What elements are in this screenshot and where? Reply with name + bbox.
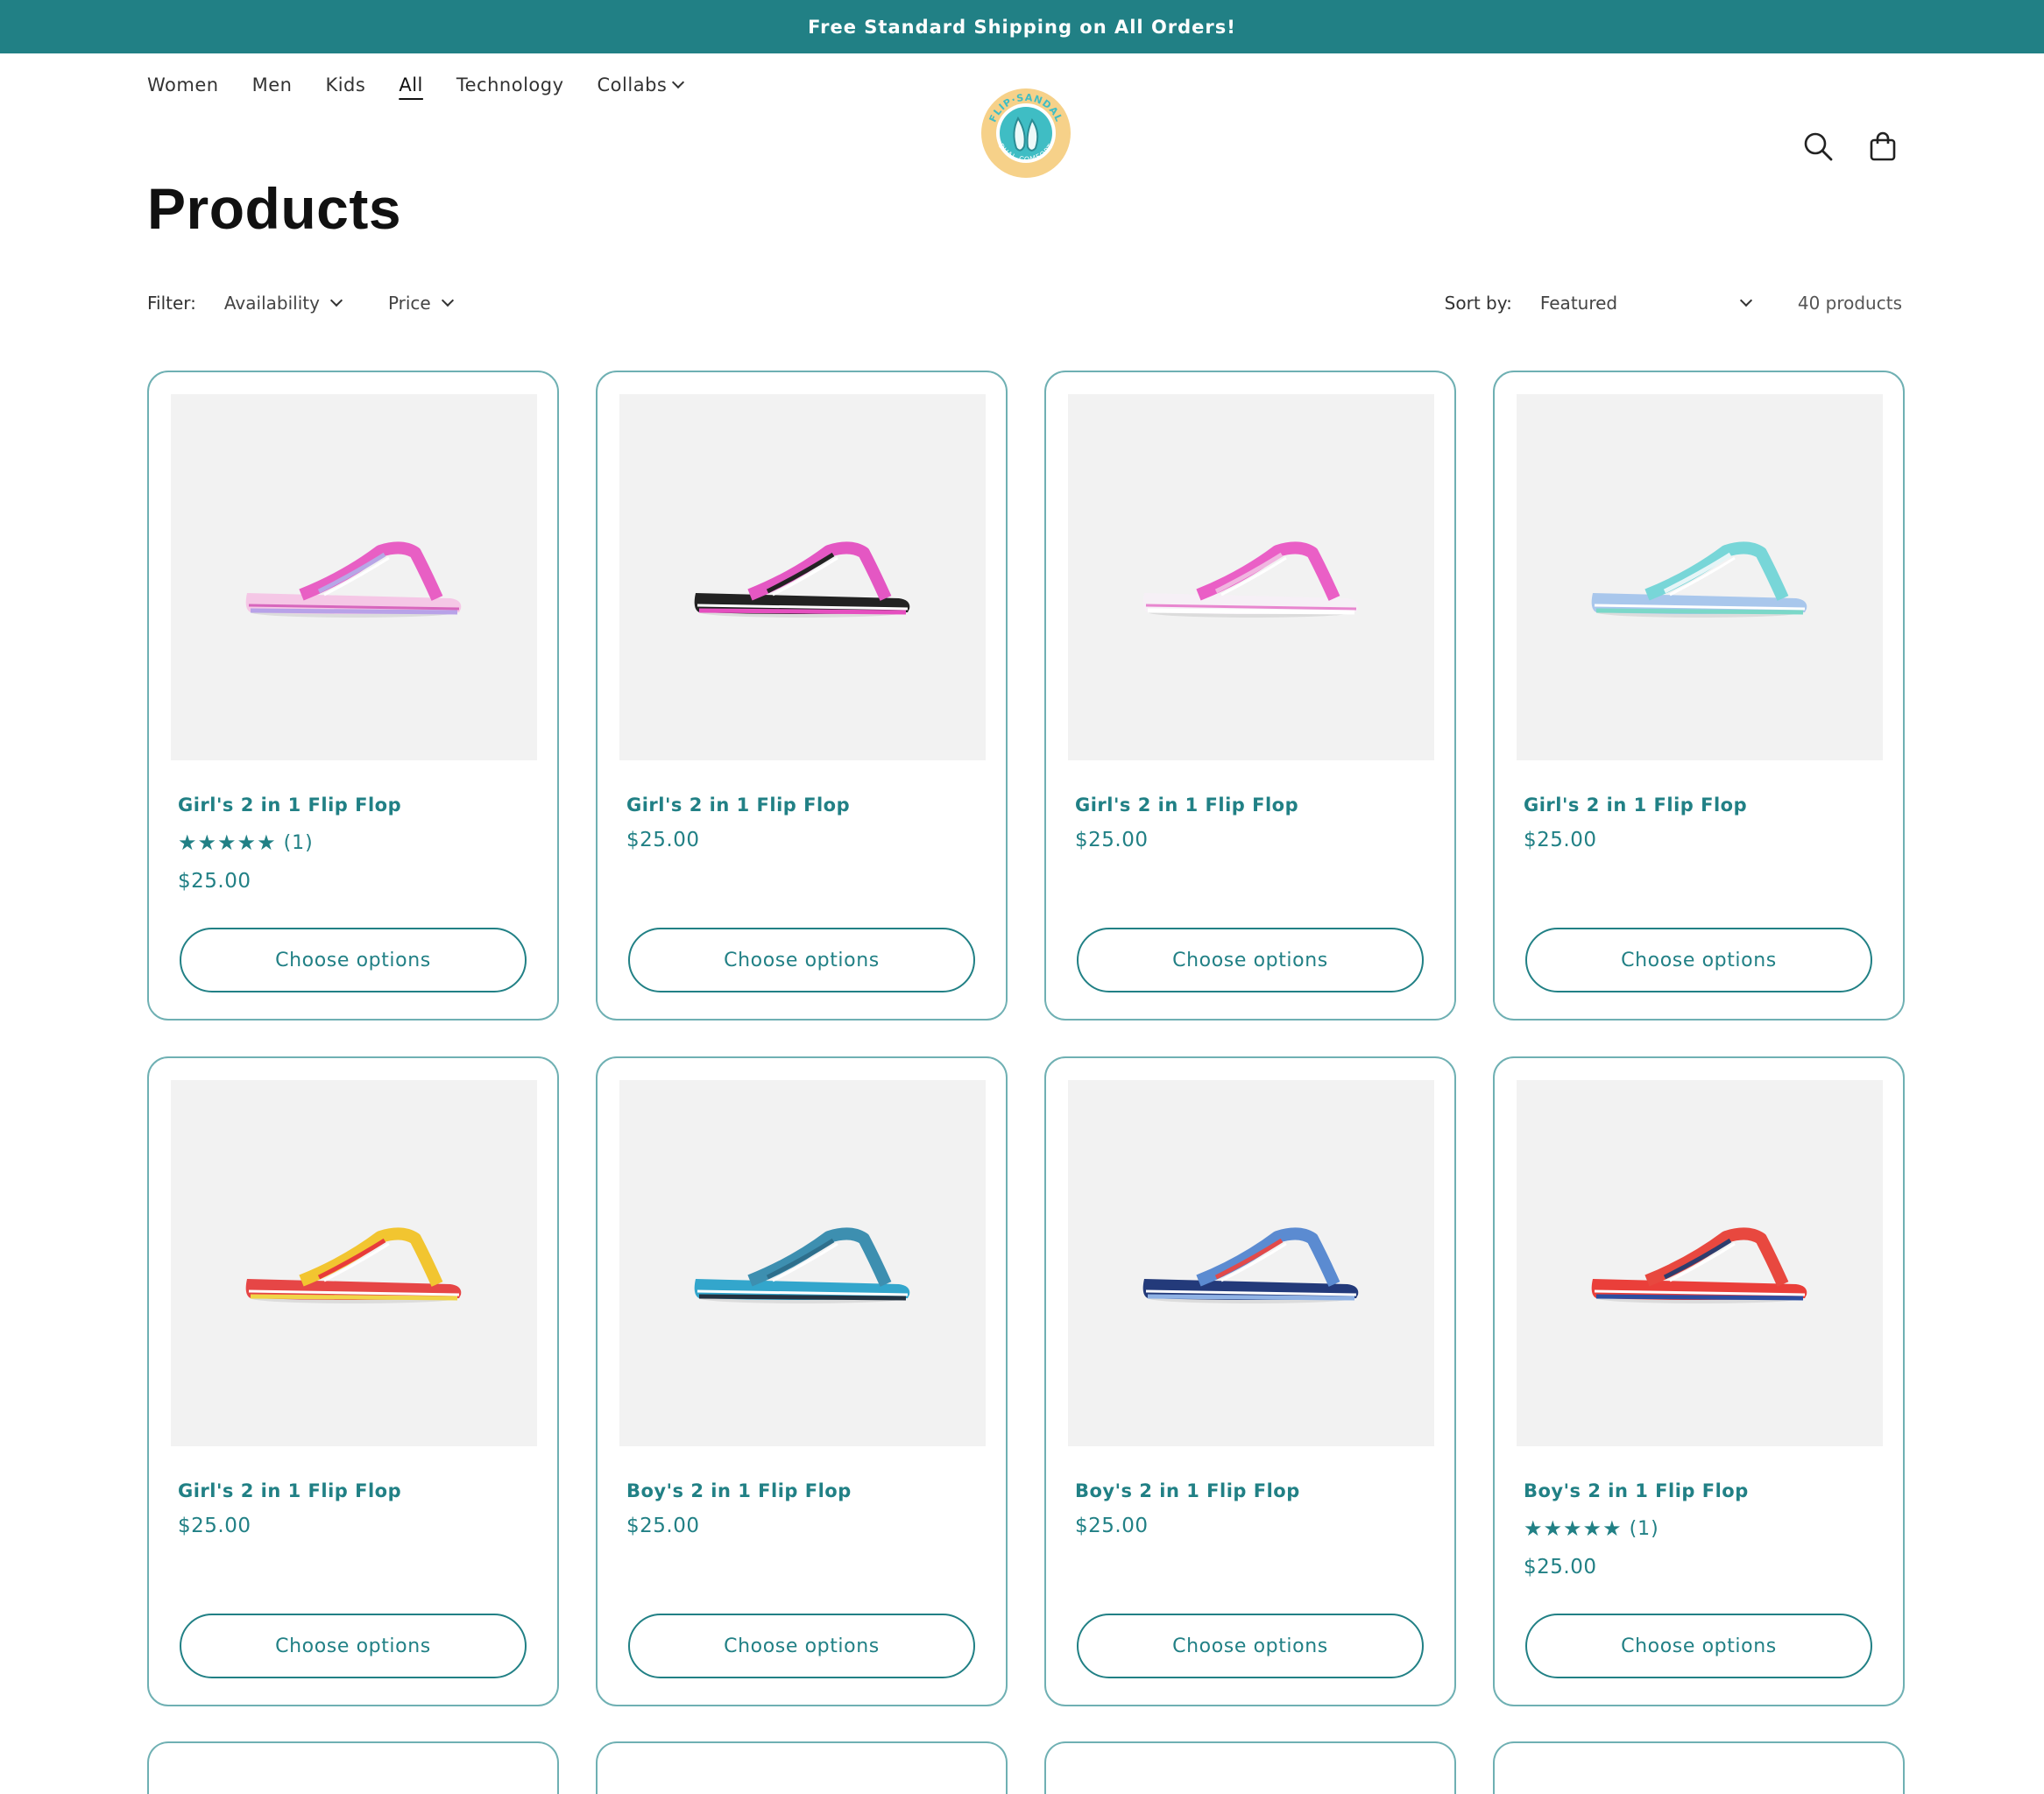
product-card[interactable]: Girl's 2 in 1 Flip Flop $25.00 Choose op…	[1044, 371, 1456, 1021]
product-card[interactable]: Boy's 2 in 1 Flip Flop $25.00 Choose opt…	[1044, 1056, 1456, 1706]
sort-label: Sort by:	[1444, 293, 1512, 314]
choose-options-button[interactable]: Choose options	[180, 928, 527, 992]
product-card[interactable]: Girl's 2 in 1 Flip Flop ★★★★★ (1) $25.00…	[147, 371, 559, 1021]
product-price: $25.00	[1524, 1556, 1597, 1579]
product-card[interactable]: Boy's 2 in 1 Flip Flop $25.00 Choose opt…	[596, 1056, 1008, 1706]
product-name[interactable]: Boy's 2 in 1 Flip Flop	[1075, 1480, 1300, 1501]
flip-flop-image	[694, 1227, 910, 1303]
product-image[interactable]	[171, 1080, 537, 1446]
cart-icon[interactable]	[1867, 131, 1899, 162]
nav-all[interactable]: All	[399, 74, 423, 95]
product-grid: Girl's 2 in 1 Flip Flop ★★★★★ (1) $25.00…	[147, 371, 1905, 1706]
product-price: $25.00	[1075, 829, 1149, 851]
nav-technology[interactable]: Technology	[456, 74, 564, 95]
review-count: (1)	[1629, 1517, 1659, 1540]
product-name[interactable]: Girl's 2 in 1 Flip Flop	[626, 795, 850, 816]
review-count: (1)	[283, 831, 314, 854]
product-price: $25.00	[1075, 1515, 1149, 1537]
filter-label: Filter:	[147, 293, 196, 314]
nav-women[interactable]: Women	[147, 74, 219, 95]
flip-sandal-logo: FLIP·SANDAL DUAL COMFORT	[981, 88, 1071, 178]
flip-flop-image	[1142, 541, 1359, 618]
flip-flop-image	[1591, 1227, 1807, 1303]
sort-value: Featured	[1539, 293, 1618, 314]
product-grid-next-row	[147, 1741, 1905, 1794]
product-name[interactable]: Girl's 2 in 1 Flip Flop	[1524, 795, 1747, 816]
product-price: $25.00	[626, 1515, 700, 1537]
star-rating-icon: ★★★★★	[1524, 1516, 1623, 1541]
product-price: $25.00	[178, 870, 251, 893]
choose-options-button[interactable]: Choose options	[1077, 1614, 1424, 1678]
filter-availability-label: Availability	[223, 293, 320, 314]
product-price: $25.00	[626, 829, 700, 851]
choose-options-button[interactable]: Choose options	[628, 1614, 975, 1678]
flip-flop-image	[1142, 1227, 1359, 1303]
product-name[interactable]: Boy's 2 in 1 Flip Flop	[1524, 1480, 1749, 1501]
product-card-partial[interactable]	[1044, 1741, 1456, 1794]
flip-flop-image	[1591, 541, 1807, 618]
product-rating: ★★★★★ (1)	[178, 830, 314, 855]
chevron-down-icon	[672, 75, 685, 89]
site-header: Women Men Kids All Technology Collabs FL…	[0, 53, 2044, 178]
flip-flop-image	[245, 1227, 462, 1303]
filter-price[interactable]: Price	[387, 293, 454, 314]
product-rating: ★★★★★ (1)	[1524, 1516, 1659, 1541]
product-card[interactable]: Boy's 2 in 1 Flip Flop ★★★★★ (1) $25.00 …	[1493, 1056, 1905, 1706]
main-nav: Women Men Kids All Technology Collabs	[147, 74, 685, 95]
chevron-down-icon	[441, 293, 454, 307]
announcement-bar: Free Standard Shipping on All Orders!	[0, 0, 2044, 53]
nav-collabs[interactable]: Collabs	[597, 74, 685, 95]
nav-men[interactable]: Men	[252, 74, 293, 95]
product-card[interactable]: Girl's 2 in 1 Flip Flop $25.00 Choose op…	[147, 1056, 559, 1706]
product-image[interactable]	[1517, 1080, 1883, 1446]
chevron-down-icon	[329, 293, 343, 307]
product-card[interactable]: Girl's 2 in 1 Flip Flop $25.00 Choose op…	[596, 371, 1008, 1021]
choose-options-button[interactable]: Choose options	[180, 1614, 527, 1678]
product-card-partial[interactable]	[596, 1741, 1008, 1794]
filter-bar: Filter: Availability Price Sort by: Feat…	[147, 293, 1902, 314]
star-rating-icon: ★★★★★	[178, 830, 277, 855]
choose-options-button[interactable]: Choose options	[1525, 1614, 1872, 1678]
brand-logo[interactable]: FLIP·SANDAL DUAL COMFORT	[980, 87, 1072, 180]
product-price: $25.00	[178, 1515, 251, 1537]
filter-availability[interactable]: Availability	[223, 293, 343, 314]
flip-flop-image	[245, 541, 462, 618]
chevron-down-icon	[1739, 293, 1752, 307]
product-image[interactable]	[619, 1080, 986, 1446]
announcement-text: Free Standard Shipping on All Orders!	[808, 16, 1236, 38]
header-actions	[1802, 131, 1899, 162]
product-name[interactable]: Girl's 2 in 1 Flip Flop	[178, 1480, 401, 1501]
product-image[interactable]	[1517, 394, 1883, 760]
product-name[interactable]: Girl's 2 in 1 Flip Flop	[1075, 795, 1298, 816]
product-image[interactable]	[619, 394, 986, 760]
sort-select[interactable]: Featured	[1539, 293, 1752, 314]
page-title: Products	[147, 176, 402, 241]
choose-options-button[interactable]: Choose options	[1525, 928, 1872, 992]
product-card-partial[interactable]	[147, 1741, 559, 1794]
product-card[interactable]: Girl's 2 in 1 Flip Flop $25.00 Choose op…	[1493, 371, 1905, 1021]
product-count: 40 products	[1797, 293, 1902, 314]
filter-price-label: Price	[387, 293, 431, 314]
product-price: $25.00	[1524, 829, 1597, 851]
product-image[interactable]	[171, 394, 537, 760]
product-image[interactable]	[1068, 1080, 1434, 1446]
choose-options-button[interactable]: Choose options	[1077, 928, 1424, 992]
flip-flop-image	[694, 541, 910, 618]
product-name[interactable]: Boy's 2 in 1 Flip Flop	[626, 1480, 852, 1501]
nav-kids[interactable]: Kids	[325, 74, 365, 95]
choose-options-button[interactable]: Choose options	[628, 928, 975, 992]
product-name[interactable]: Girl's 2 in 1 Flip Flop	[178, 795, 401, 816]
product-card-partial[interactable]	[1493, 1741, 1905, 1794]
nav-collabs-label: Collabs	[597, 74, 668, 95]
product-image[interactable]	[1068, 394, 1434, 760]
search-icon[interactable]	[1802, 131, 1834, 162]
